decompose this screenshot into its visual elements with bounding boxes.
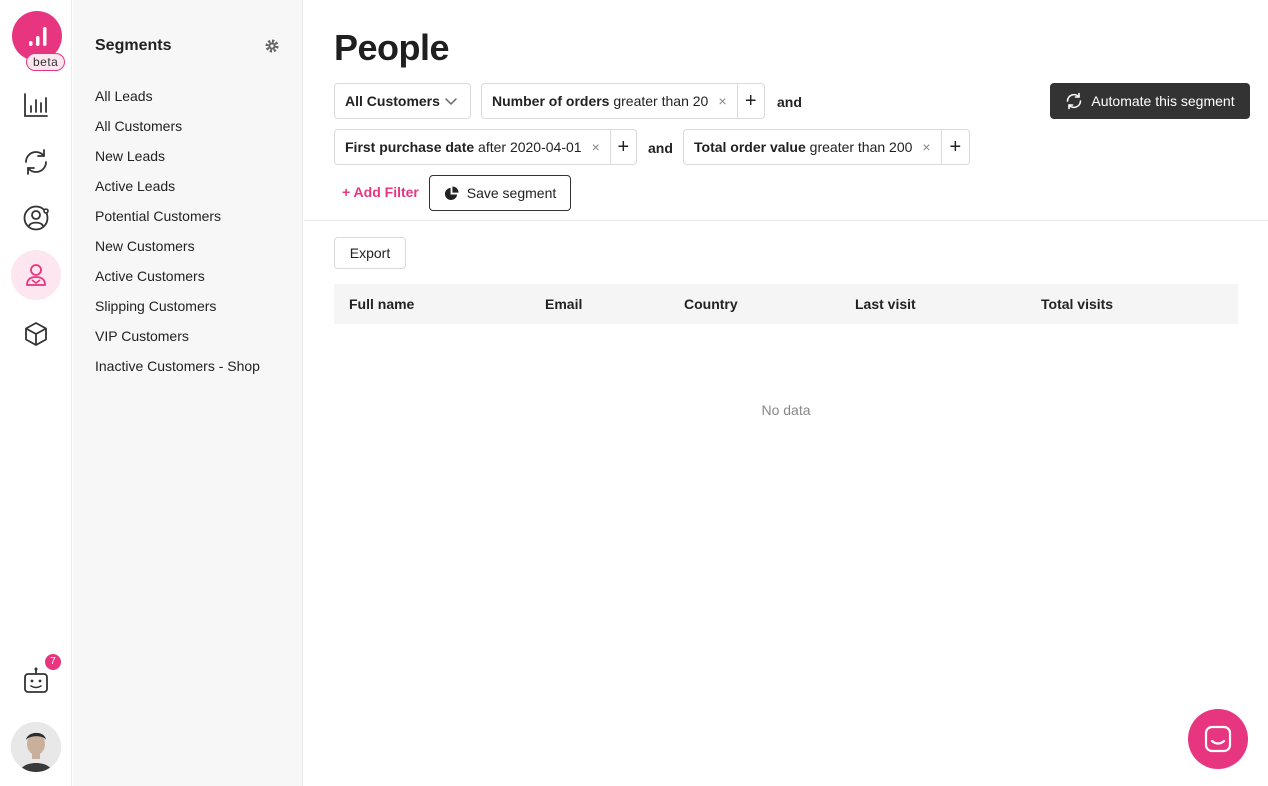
sync-icon — [1067, 92, 1082, 110]
filter-text: First purchase date after 2020-04-01 — [335, 139, 582, 155]
customer-type-value: All Customers — [345, 93, 440, 109]
filter-chip-first-purchase-date[interactable]: First purchase date after 2020-04-01 × + — [334, 129, 637, 165]
segment-item-new-customers[interactable]: New Customers — [95, 236, 260, 266]
filter-text: Number of orders greater than 20 — [482, 93, 708, 109]
segment-item-all-leads[interactable]: All Leads — [95, 86, 260, 116]
segment-item-active-leads[interactable]: Active Leads — [95, 176, 260, 206]
save-segment-button[interactable]: Save segment — [429, 175, 571, 211]
segment-list: All Leads All Customers New Leads Active… — [95, 86, 260, 386]
filter-field: First purchase date — [345, 139, 475, 155]
table-header: Full name Email Country Last visit Total… — [334, 284, 1238, 324]
export-button[interactable]: Export — [334, 237, 406, 269]
filter-condition: after 2020-04-01 — [478, 139, 582, 155]
segment-item-potential-customers[interactable]: Potential Customers — [95, 206, 260, 236]
save-segment-label: Save segment — [466, 185, 557, 201]
column-header-last-visit[interactable]: Last visit — [855, 296, 916, 312]
column-header-country[interactable]: Country — [684, 296, 738, 312]
sync-icon — [25, 149, 47, 175]
chevron-down-icon — [445, 98, 457, 105]
left-rail: beta 7 — [0, 0, 72, 786]
filter-chip-number-of-orders[interactable]: Number of orders greater than 20 × + — [481, 83, 765, 119]
chat-launcher-button[interactable] — [1188, 709, 1248, 769]
segment-item-all-customers[interactable]: All Customers — [95, 116, 260, 146]
beta-badge: beta — [26, 53, 66, 71]
segments-title: Segments — [95, 37, 172, 54]
cube-icon — [25, 322, 47, 346]
add-condition-button[interactable]: + — [940, 130, 969, 164]
automate-label: Automate this segment — [1091, 93, 1235, 109]
user-photo — [11, 722, 61, 772]
filter-field: Number of orders — [492, 93, 610, 109]
segment-item-vip-customers[interactable]: VIP Customers — [95, 326, 260, 356]
segment-item-new-leads[interactable]: New Leads — [95, 146, 260, 176]
add-condition-button[interactable]: + — [736, 84, 764, 118]
add-filter-button[interactable]: + Add Filter — [342, 184, 419, 200]
notification-badge: 7 — [45, 654, 61, 670]
page-title: People — [334, 27, 450, 68]
remove-filter-icon[interactable]: × — [922, 139, 930, 155]
divider — [304, 220, 1268, 221]
segments-sidebar: Segments All Leads All Customers New Lea… — [73, 0, 303, 786]
segment-item-inactive-customers-shop[interactable]: Inactive Customers - Shop — [95, 356, 260, 386]
automate-segment-button[interactable]: Automate this segment — [1050, 83, 1250, 119]
nav-products[interactable] — [12, 310, 60, 358]
filter-condition: greater than 200 — [809, 139, 913, 155]
bar-chart-icon — [24, 93, 48, 117]
add-condition-button[interactable]: + — [609, 130, 636, 164]
column-header-full-name[interactable]: Full name — [349, 296, 414, 312]
avatar[interactable] — [11, 722, 61, 772]
robot-icon — [24, 667, 48, 693]
main-content: People All Customers Number of orders gr… — [304, 0, 1268, 786]
customer-type-select[interactable]: All Customers — [334, 83, 471, 119]
segment-item-slipping-customers[interactable]: Slipping Customers — [95, 296, 260, 326]
nav-contacts[interactable] — [12, 194, 60, 242]
nav-analytics[interactable] — [12, 81, 60, 129]
gear-icon[interactable] — [264, 38, 280, 54]
filter-condition: greater than 20 — [613, 93, 709, 109]
empty-state-text: No data — [761, 402, 811, 418]
nav-people[interactable] — [11, 250, 61, 300]
segment-item-active-customers[interactable]: Active Customers — [95, 266, 260, 296]
filter-chip-total-order-value[interactable]: Total order value greater than 200 × + — [683, 129, 970, 165]
filter-text: Total order value greater than 200 — [684, 139, 912, 155]
nav-automation[interactable] — [12, 138, 60, 186]
person-icon — [26, 264, 46, 286]
column-header-email[interactable]: Email — [545, 296, 582, 312]
and-operator: and — [777, 94, 802, 110]
user-circle-icon — [23, 205, 49, 231]
remove-filter-icon[interactable]: × — [718, 93, 726, 109]
and-operator: and — [648, 140, 673, 156]
remove-filter-icon[interactable]: × — [592, 139, 600, 155]
chat-icon — [1204, 725, 1232, 753]
filter-field: Total order value — [694, 139, 806, 155]
column-header-total-visits[interactable]: Total visits — [1041, 296, 1113, 312]
pie-chart-icon — [444, 185, 459, 200]
